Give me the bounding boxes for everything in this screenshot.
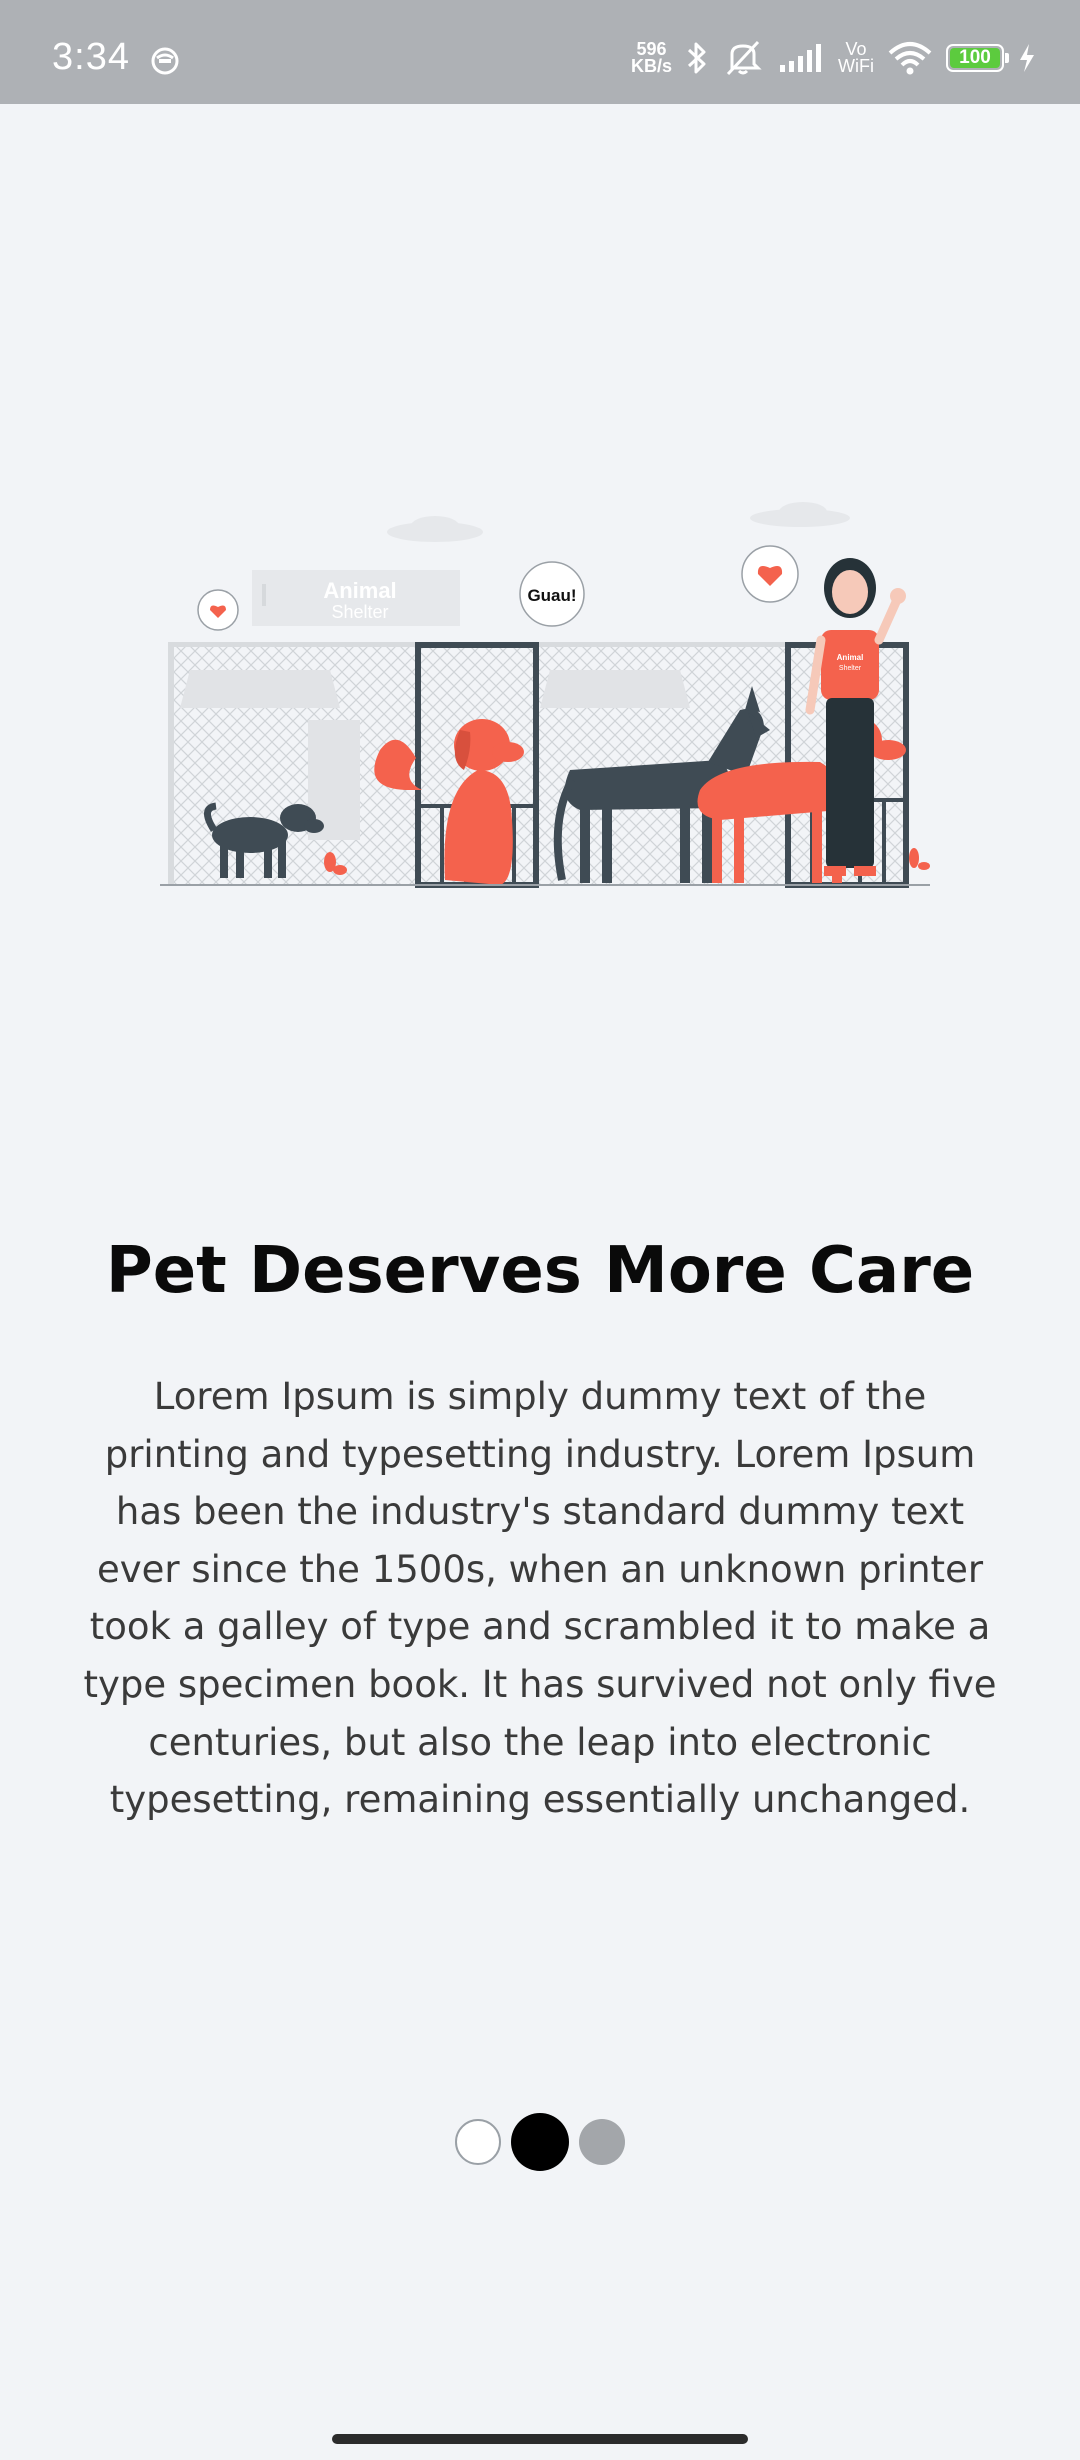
onboarding-description: Lorem Ipsum is simply dummy text of the … bbox=[83, 1375, 997, 1822]
status-icons: 596 KB/s Vo WiFi 100 bbox=[631, 40, 1036, 76]
vowifi-indicator: Vo WiFi bbox=[838, 40, 874, 76]
speech-bubble: Guau! bbox=[519, 561, 585, 627]
heart-bubble-small bbox=[197, 589, 239, 631]
sign-line-1: Animal bbox=[323, 578, 396, 603]
home-gesture-bar[interactable] bbox=[332, 2434, 748, 2444]
cloud-icon bbox=[387, 502, 850, 542]
page-dot-3[interactable] bbox=[579, 2119, 625, 2165]
page-dot-2-active[interactable] bbox=[511, 2113, 569, 2171]
network-speed: 596 KB/s bbox=[631, 40, 673, 76]
wifi-icon bbox=[888, 42, 932, 75]
speech-bubble-text: Guau! bbox=[527, 586, 576, 605]
animal-shelter-illustration: Animal Shelter Animal Shelter Guau! bbox=[160, 502, 930, 888]
bluetooth-icon bbox=[687, 42, 706, 74]
page-dot-1[interactable] bbox=[455, 2119, 501, 2165]
sign-line-2: Shelter bbox=[331, 602, 388, 622]
app-notification-icon bbox=[151, 47, 179, 75]
vowifi-bottom: WiFi bbox=[838, 56, 874, 76]
status-bar: 3:34 596 KB/s Vo WiFi 100 bbox=[0, 0, 1080, 104]
battery-level: 100 bbox=[950, 48, 1000, 68]
shirt-text-1: Animal bbox=[837, 653, 864, 662]
shelter-sign: Animal Shelter bbox=[252, 570, 460, 626]
status-time: 3:34 bbox=[52, 36, 130, 78]
heart-bubble bbox=[741, 545, 799, 603]
network-speed-unit: KB/s bbox=[631, 56, 673, 76]
charging-icon bbox=[1020, 44, 1034, 72]
vibrate-off-icon bbox=[726, 40, 762, 76]
shirt-text-2: Shelter bbox=[839, 665, 862, 672]
signal-icon bbox=[780, 44, 822, 72]
page-indicator bbox=[0, 2112, 1080, 2172]
onboarding-title: Pet Deserves More Care bbox=[105, 1234, 975, 1308]
fence-post bbox=[168, 642, 174, 885]
battery-icon: 100 bbox=[946, 44, 1009, 72]
